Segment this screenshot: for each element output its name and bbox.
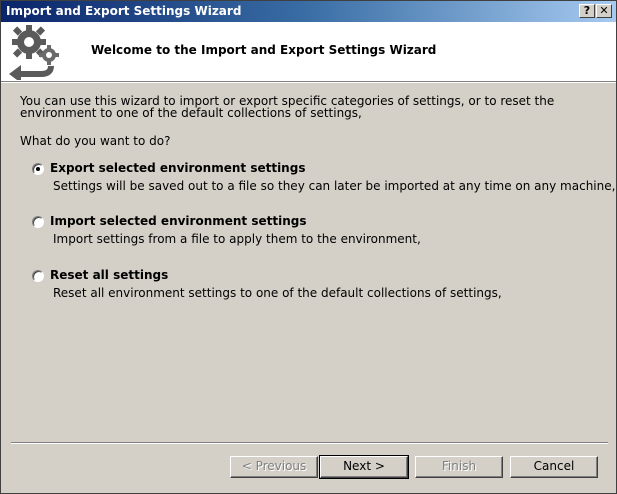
gears-arrow-icon [9, 25, 59, 80]
title-bar[interactable]: Import and Export Settings Wizard ? ✕ [1, 1, 616, 22]
reset-radio[interactable] [32, 270, 44, 282]
header-title: Welcome to the Import and Export Setting… [91, 43, 437, 57]
export-description: Settings will be saved out to a file so … [53, 179, 616, 193]
previous-button[interactable]: < Previous [230, 456, 318, 478]
question-label: What do you want to do? [20, 134, 171, 148]
next-button[interactable]: Next > [319, 455, 409, 479]
close-icon: ✕ [599, 4, 609, 17]
wizard-window: Import and Export Settings Wizard ? ✕ We… [0, 0, 617, 494]
export-label[interactable]: Export selected environment settings [50, 161, 305, 175]
import-radio[interactable] [32, 216, 44, 228]
header-divider [1, 82, 616, 83]
help-button[interactable]: ? [579, 4, 595, 18]
import-description: Import settings from a file to apply the… [53, 232, 421, 246]
intro-text: You can use this wizard to import or exp… [20, 95, 580, 119]
reset-label[interactable]: Reset all settings [50, 268, 168, 282]
reset-description: Reset all environment settings to one of… [53, 286, 502, 300]
window-title: Import and Export Settings Wizard [6, 4, 242, 18]
cancel-button[interactable]: Cancel [510, 456, 598, 478]
finish-button[interactable]: Finish [415, 456, 503, 478]
footer-divider-highlight [11, 443, 608, 444]
export-radio[interactable] [32, 163, 44, 175]
wizard-header: Welcome to the Import and Export Setting… [1, 22, 616, 82]
close-button[interactable]: ✕ [596, 4, 612, 18]
intro-line-2: environment to one of the default collec… [20, 106, 362, 120]
radio-selected-dot [36, 167, 40, 171]
import-label[interactable]: Import selected environment settings [50, 214, 307, 228]
